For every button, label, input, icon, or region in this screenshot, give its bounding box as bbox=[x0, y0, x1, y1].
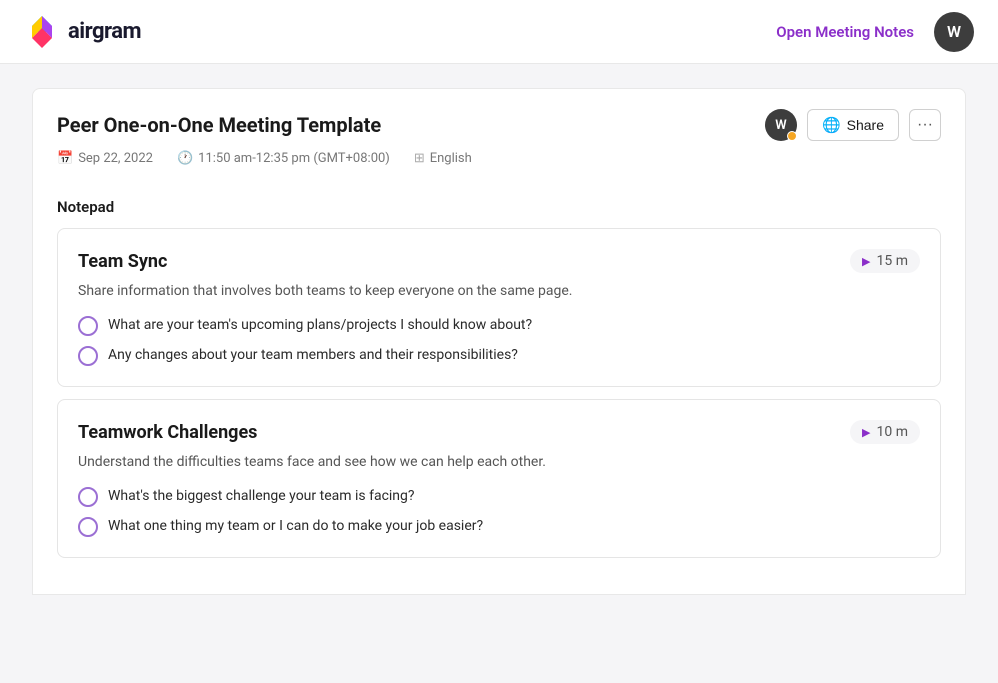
user-avatar[interactable]: W bbox=[934, 12, 974, 52]
logo-text: airgram bbox=[68, 19, 141, 44]
logo: airgram bbox=[24, 14, 141, 50]
agenda-duration: 15 m bbox=[877, 253, 909, 269]
document-meta: 📅 Sep 22, 2022 🕐 11:50 am-12:35 pm (GMT+… bbox=[57, 151, 941, 182]
agenda-item-text: What are your team's upcoming plans/proj… bbox=[108, 316, 532, 336]
doc-title-row: Peer One-on-One Meeting Template W 🌐 Sha… bbox=[57, 109, 941, 141]
document-header: Peer One-on-One Meeting Template W 🌐 Sha… bbox=[32, 88, 966, 182]
agenda-description: Share information that involves both tea… bbox=[78, 281, 920, 302]
agenda-item: What are your team's upcoming plans/proj… bbox=[78, 316, 920, 336]
agenda-card: Teamwork Challenges ▶ 10 m Understand the … bbox=[57, 399, 941, 558]
meta-date-text: Sep 22, 2022 bbox=[78, 151, 153, 166]
agenda-card-header: Teamwork Challenges ▶ 10 m bbox=[78, 420, 920, 444]
meta-date: 📅 Sep 22, 2022 bbox=[57, 151, 153, 166]
meta-language: ⊞ English bbox=[414, 151, 472, 166]
agenda-timer[interactable]: ▶ 15 m bbox=[850, 249, 920, 273]
app-header: airgram Open Meeting Notes W bbox=[0, 0, 998, 64]
agenda-item: What's the biggest challenge your team i… bbox=[78, 487, 920, 507]
agenda-item-text: Any changes about your team members and … bbox=[108, 346, 518, 366]
checkbox-circle[interactable] bbox=[78, 346, 98, 366]
play-icon: ▶ bbox=[862, 426, 870, 439]
agenda-container: Team Sync ▶ 15 m Share information that in… bbox=[57, 228, 941, 558]
checkbox-circle[interactable] bbox=[78, 316, 98, 336]
doc-user-avatar: W bbox=[765, 109, 797, 141]
share-label: Share bbox=[847, 117, 884, 133]
agenda-item-text: What's the biggest challenge your team i… bbox=[108, 487, 415, 507]
header-right: Open Meeting Notes W bbox=[776, 12, 974, 52]
calendar-icon: 📅 bbox=[57, 151, 73, 166]
checkbox-circle[interactable] bbox=[78, 487, 98, 507]
document-title: Peer One-on-One Meeting Template bbox=[57, 113, 381, 137]
meta-time-text: 11:50 am-12:35 pm (GMT+08:00) bbox=[198, 151, 390, 166]
more-options-button[interactable]: ··· bbox=[909, 109, 941, 141]
logo-diamond-icon bbox=[24, 14, 60, 50]
clock-icon: 🕐 bbox=[177, 151, 193, 166]
notepad-label: Notepad bbox=[57, 182, 941, 228]
meta-time: 🕐 11:50 am-12:35 pm (GMT+08:00) bbox=[177, 151, 390, 166]
globe-icon: 🌐 bbox=[822, 116, 841, 134]
agenda-description: Understand the difficulties teams face a… bbox=[78, 452, 920, 473]
agenda-card: Team Sync ▶ 15 m Share information that in… bbox=[57, 228, 941, 387]
main-content: Peer One-on-One Meeting Template W 🌐 Sha… bbox=[0, 64, 998, 619]
notepad-section: Notepad Team Sync ▶ 15 m Share information… bbox=[32, 182, 966, 595]
agenda-title: Team Sync bbox=[78, 251, 167, 272]
language-icon: ⊞ bbox=[414, 151, 425, 166]
share-button[interactable]: 🌐 Share bbox=[807, 109, 899, 141]
agenda-card-header: Team Sync ▶ 15 m bbox=[78, 249, 920, 273]
agenda-item-text: What one thing my team or I can do to ma… bbox=[108, 517, 483, 537]
agenda-item: Any changes about your team members and … bbox=[78, 346, 920, 366]
open-meeting-notes-link[interactable]: Open Meeting Notes bbox=[776, 23, 914, 41]
agenda-item: What one thing my team or I can do to ma… bbox=[78, 517, 920, 537]
doc-actions: W 🌐 Share ··· bbox=[765, 109, 941, 141]
agenda-title: Teamwork Challenges bbox=[78, 422, 257, 443]
checkbox-circle[interactable] bbox=[78, 517, 98, 537]
meta-language-text: English bbox=[430, 151, 472, 166]
play-icon: ▶ bbox=[862, 255, 870, 268]
agenda-timer[interactable]: ▶ 10 m bbox=[850, 420, 920, 444]
agenda-duration: 10 m bbox=[877, 424, 909, 440]
